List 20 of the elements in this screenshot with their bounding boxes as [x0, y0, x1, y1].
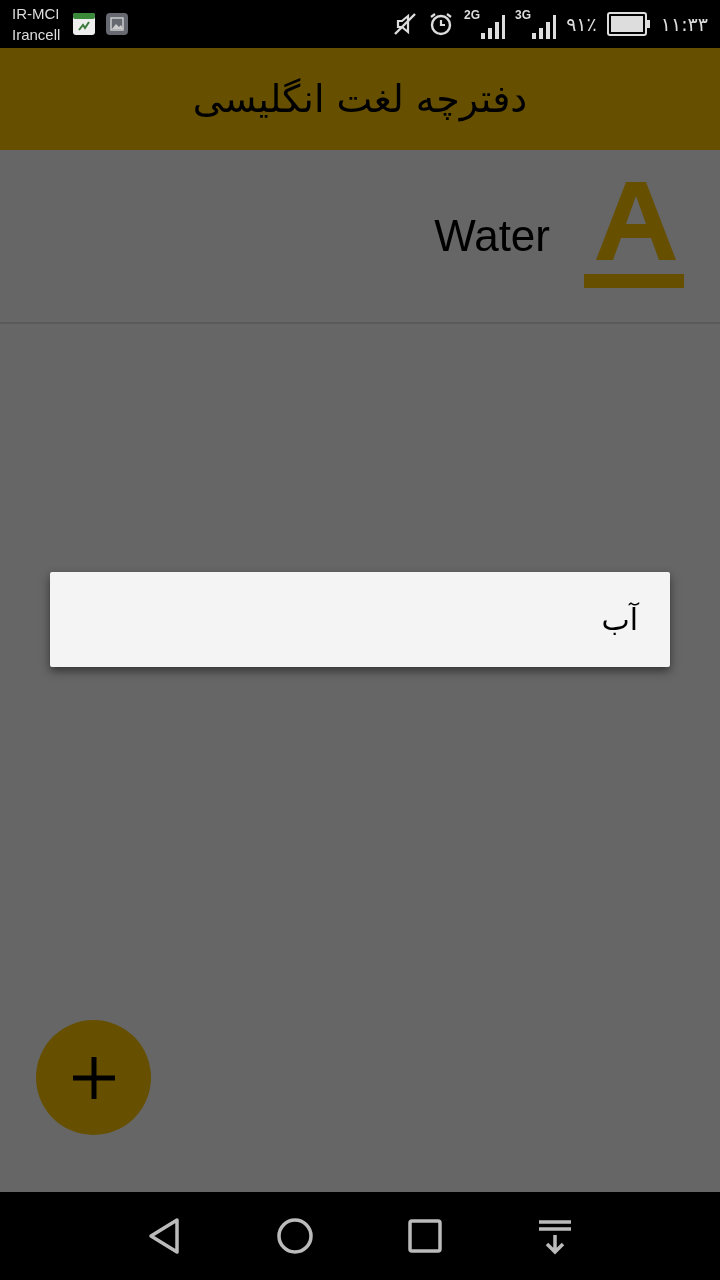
battery-icon [606, 12, 651, 36]
network-type: 2G [464, 9, 481, 21]
calendar-app-icon [72, 12, 97, 36]
recent-apps-icon[interactable] [405, 1216, 445, 1256]
carrier-name: Irancell [12, 25, 61, 45]
muted-speaker-icon [392, 11, 419, 37]
signal-icon [481, 15, 506, 39]
home-icon[interactable] [275, 1216, 315, 1256]
translation-text: آب [601, 602, 638, 637]
carrier-name: IR-MCI [12, 4, 61, 24]
battery-level: ٩١٪ [566, 13, 597, 35]
underlined-letter-icon [584, 182, 684, 290]
word-text: Water [434, 211, 550, 261]
word-item[interactable]: Water [0, 150, 720, 324]
network-type: 3G [515, 9, 532, 21]
app-title: دفترچه لغت انگلیسی [192, 77, 528, 121]
signal-icon [532, 15, 557, 39]
clock-time: ١١:٣٣ [660, 13, 708, 35]
plus-icon [70, 1054, 117, 1101]
image-icon [106, 13, 129, 35]
